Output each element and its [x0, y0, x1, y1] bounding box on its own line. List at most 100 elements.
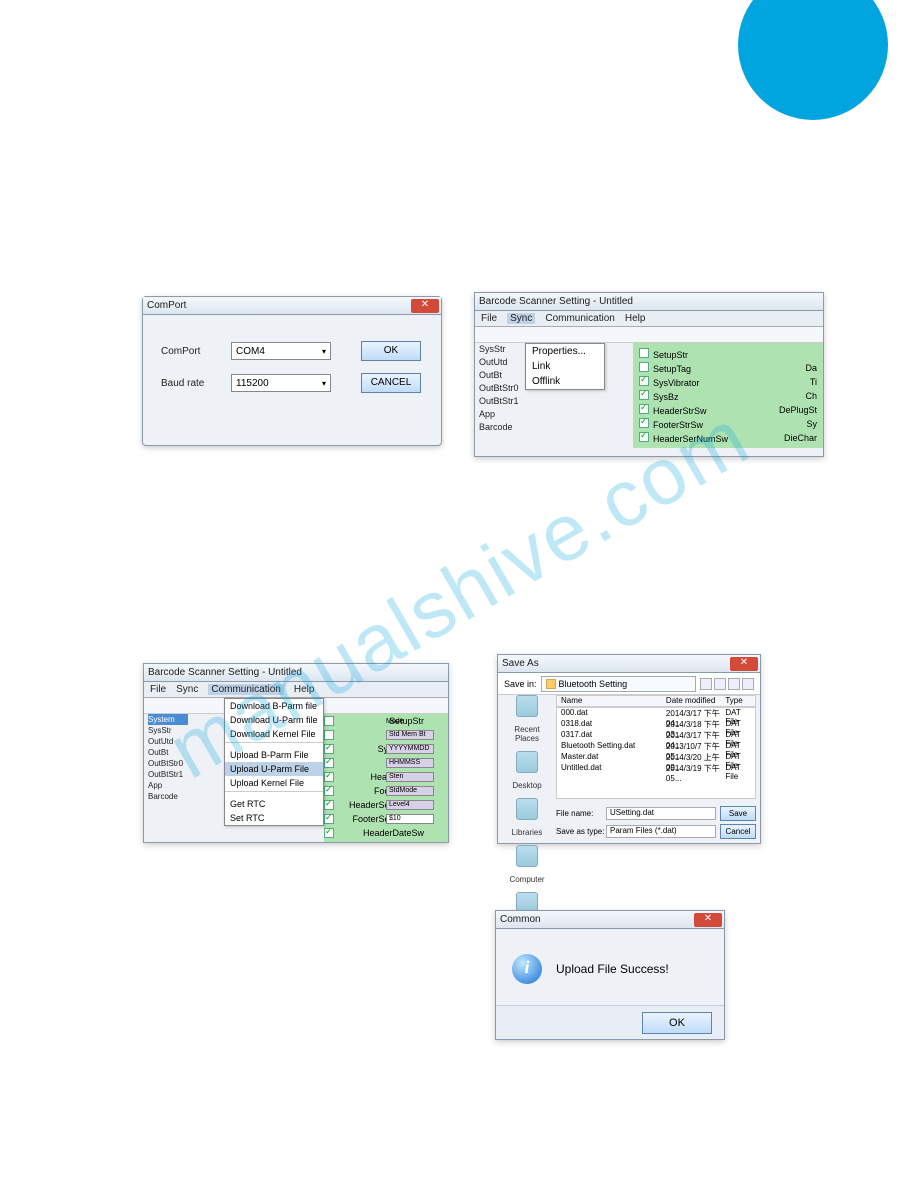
savein-select[interactable]: Bluetooth Setting: [541, 676, 696, 692]
baud-select[interactable]: 115200: [231, 374, 331, 392]
tree-item[interactable]: Barcode: [148, 791, 188, 802]
newfolder-icon[interactable]: [728, 678, 740, 690]
up-icon[interactable]: [714, 678, 726, 690]
filelist-header[interactable]: Name Date modified Type: [556, 695, 756, 707]
filename-input[interactable]: USetting.dat: [606, 807, 716, 820]
file-row[interactable]: 0317.dat2014/3/17 下午 04...DAT File: [557, 730, 755, 741]
checkbox[interactable]: [324, 716, 334, 726]
cancel-button[interactable]: Cancel: [720, 824, 756, 839]
close-icon[interactable]: ✕: [411, 299, 439, 313]
value-combo[interactable]: HHMMSS: [386, 758, 434, 768]
tree-item[interactable]: SysStr: [148, 725, 188, 736]
recent-icon: [516, 695, 538, 717]
msgbox-title: Common: [500, 914, 541, 925]
info-icon: [512, 954, 542, 984]
tree-item[interactable]: OutBtStr0: [479, 382, 574, 395]
menu-item[interactable]: Download B-Parm file: [225, 699, 323, 713]
window-title: Barcode Scanner Setting - Untitled: [479, 296, 633, 307]
checkbox[interactable]: [639, 418, 649, 428]
menu-sync[interactable]: Sync: [176, 684, 198, 695]
col-type[interactable]: Type: [725, 696, 755, 706]
checkbox[interactable]: [324, 814, 334, 824]
tree-item[interactable]: App: [148, 780, 188, 791]
value-combo[interactable]: StdMode: [386, 786, 434, 796]
tree-item[interactable]: OutBt: [148, 747, 188, 758]
value-combo[interactable]: Sten: [386, 772, 434, 782]
checkbox[interactable]: [639, 362, 649, 372]
comport-select[interactable]: COM4: [231, 342, 331, 360]
checkbox[interactable]: [324, 758, 334, 768]
checkbox[interactable]: [324, 828, 334, 838]
close-icon[interactable]: ✕: [694, 913, 722, 927]
ok-button[interactable]: OK: [642, 1012, 712, 1034]
menu-file[interactable]: File: [481, 313, 497, 324]
save-button[interactable]: Save: [720, 806, 756, 821]
savetype-select[interactable]: Param Files (*.dat): [606, 825, 716, 838]
checkbox[interactable]: [639, 376, 649, 386]
place-computer[interactable]: Computer: [502, 845, 552, 884]
tree-view[interactable]: SysStr OutUtd OutBt OutBtStr0 OutBtStr1 …: [479, 343, 574, 434]
tree-item[interactable]: System: [148, 714, 188, 725]
close-icon[interactable]: ✕: [730, 657, 758, 671]
col-date[interactable]: Date modified: [666, 696, 725, 706]
toolbar: [475, 327, 823, 343]
opt-key: Mode: [386, 718, 404, 725]
opt-label: SysBz: [653, 392, 679, 402]
menubar: File Sync Communication Help: [144, 682, 448, 698]
opt-right: DieChar: [784, 433, 817, 443]
tree-item[interactable]: OutBt: [479, 369, 574, 382]
menubar: File Sync Communication Help: [475, 311, 823, 327]
file-row[interactable]: 0318.dat2014/3/18 下午 03...DAT File: [557, 719, 755, 730]
file-row[interactable]: Master.dat2014/3/20 上午 09...DAT File: [557, 752, 755, 763]
value-combo[interactable]: Std Mem Bt: [386, 730, 434, 740]
menu-sync[interactable]: Sync: [507, 313, 535, 324]
checkbox[interactable]: [324, 744, 334, 754]
col-name[interactable]: Name: [557, 696, 666, 706]
checkbox[interactable]: [639, 404, 649, 414]
menu-communication[interactable]: Communication: [208, 684, 283, 695]
comport-value: COM4: [236, 346, 265, 357]
tree-item[interactable]: Barcode: [479, 421, 574, 434]
menu-item[interactable]: Get RTC: [225, 797, 323, 811]
tree-item[interactable]: SysStr: [479, 343, 574, 356]
place-libraries[interactable]: Libraries: [502, 798, 552, 837]
checkbox[interactable]: [324, 800, 334, 810]
cancel-button[interactable]: CANCEL: [361, 373, 421, 393]
ok-button[interactable]: OK: [361, 341, 421, 361]
tree-item[interactable]: OutBtStr1: [479, 395, 574, 408]
checkbox[interactable]: [639, 390, 649, 400]
menu-item[interactable]: Set RTC: [225, 811, 323, 825]
menu-item[interactable]: Download Kernel File: [225, 727, 323, 741]
separator: [225, 791, 323, 796]
menu-item-upload-uparm[interactable]: Upload U-Parm File: [225, 762, 323, 776]
checkbox[interactable]: [639, 432, 649, 442]
tree-item[interactable]: App: [479, 408, 574, 421]
back-icon[interactable]: [700, 678, 712, 690]
menu-item[interactable]: Download U-Parm file: [225, 713, 323, 727]
checkbox[interactable]: [324, 772, 334, 782]
menu-file[interactable]: File: [150, 684, 166, 695]
tree-item[interactable]: OutUtd: [148, 736, 188, 747]
menu-item[interactable]: Upload Kernel File: [225, 776, 323, 790]
menu-help[interactable]: Help: [294, 684, 315, 695]
checkbox[interactable]: [324, 786, 334, 796]
file-row[interactable]: Bluetooth Setting.dat2013/10/7 下午 05...D…: [557, 741, 755, 752]
file-row[interactable]: 000.dat2014/3/17 下午 04...DAT File: [557, 708, 755, 719]
menu-communication[interactable]: Communication: [545, 313, 614, 324]
checkbox[interactable]: [639, 348, 649, 358]
place-desktop[interactable]: Desktop: [502, 751, 552, 790]
value-combo[interactable]: YYYYMMDD: [386, 744, 434, 754]
tree-item[interactable]: OutBtStr0: [148, 758, 188, 769]
file-list[interactable]: 000.dat2014/3/17 下午 04...DAT File 0318.d…: [556, 707, 756, 799]
value-field[interactable]: $10: [386, 814, 434, 824]
tree-view[interactable]: System SysStr OutUtd OutBt OutBtStr0 Out…: [148, 714, 188, 802]
place-recent[interactable]: Recent Places: [502, 695, 552, 743]
menu-help[interactable]: Help: [625, 313, 646, 324]
file-row[interactable]: Untitled.dat2014/3/19 下午 05...DAT File: [557, 763, 755, 774]
value-combo[interactable]: Level4: [386, 800, 434, 810]
tree-item[interactable]: OutBtStr1: [148, 769, 188, 780]
tree-item[interactable]: OutUtd: [479, 356, 574, 369]
menu-item[interactable]: Upload B-Parm File: [225, 748, 323, 762]
checkbox[interactable]: [324, 730, 334, 740]
views-icon[interactable]: [742, 678, 754, 690]
